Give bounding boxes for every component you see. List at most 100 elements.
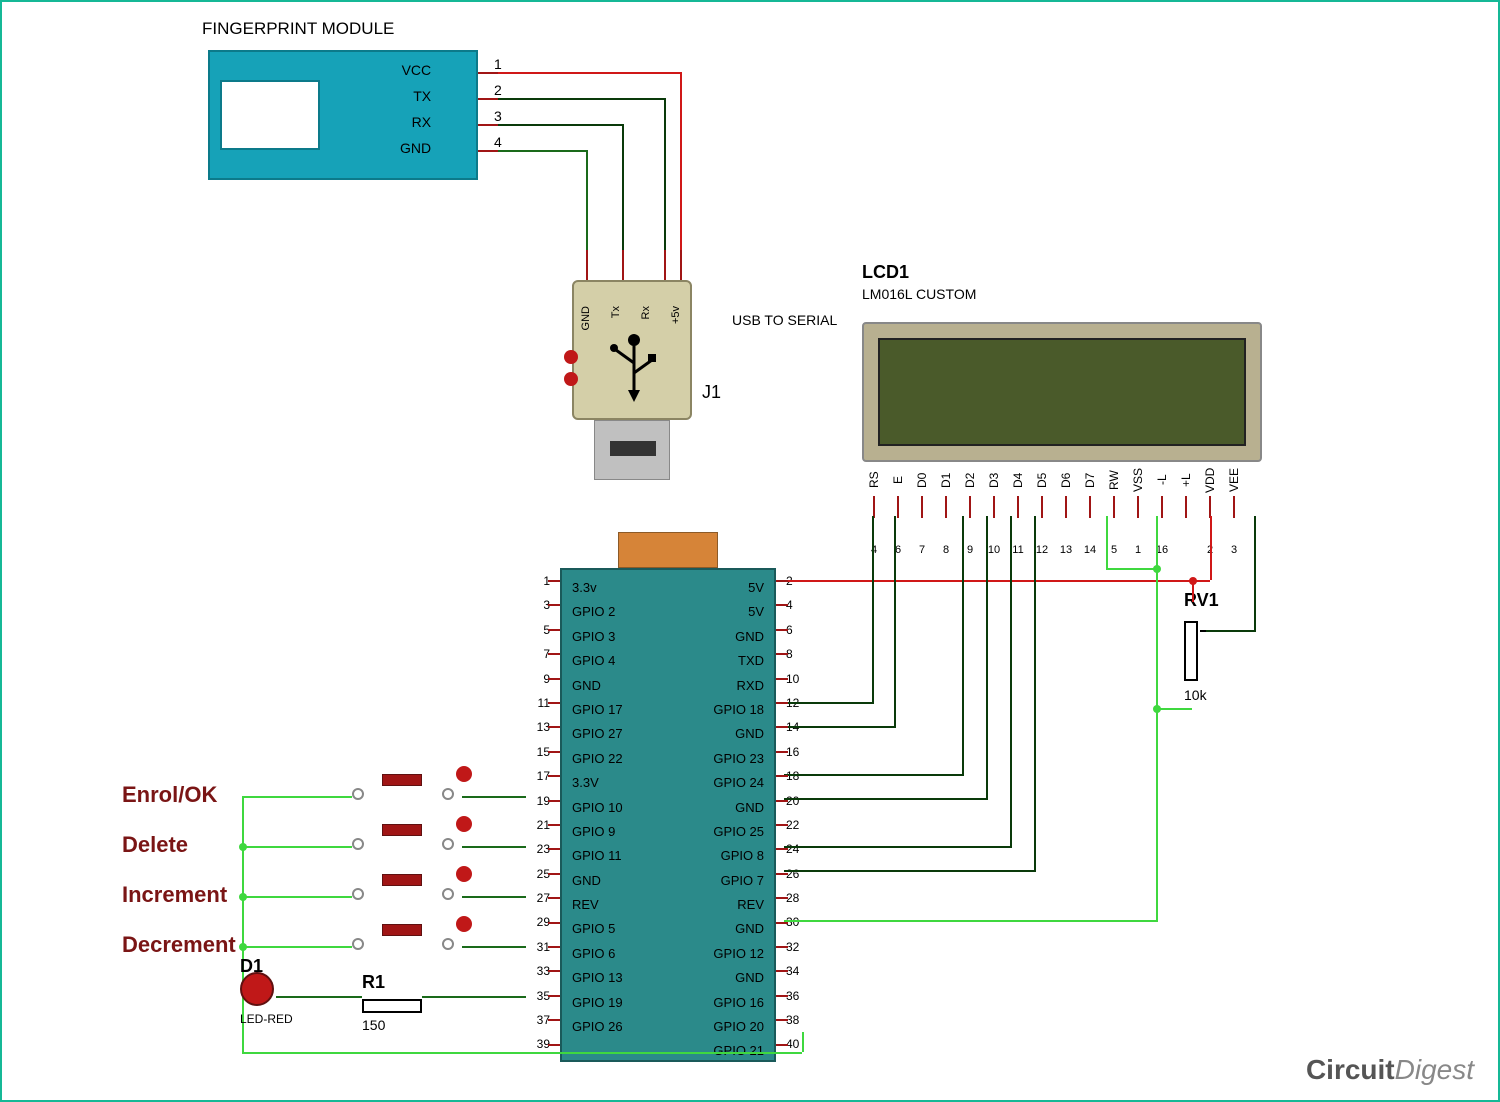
rpi-lead-r-11: [776, 848, 788, 850]
pushbutton-increment: [332, 862, 472, 902]
lcd-part: LM016L CUSTOM: [862, 286, 976, 302]
led-body: [240, 972, 274, 1006]
r1-body: [362, 999, 422, 1013]
lcd-pin-+l: +L: [1174, 464, 1198, 556]
wire-fp-gnd-h: [498, 150, 588, 152]
wire-gnd-lcd-h: [784, 920, 1158, 922]
wire-rw-gnd-v: [1106, 516, 1108, 570]
pb-body: [382, 824, 422, 836]
rpi-right-num-34: 34: [786, 964, 810, 988]
lcd-pin-label: -L: [1155, 464, 1169, 496]
wire-rw-gnd-h: [1106, 568, 1158, 570]
wire-rv1-gnd: [1156, 708, 1192, 710]
rpi-lead-l-8: [548, 775, 560, 777]
rpi-lead-r-7: [776, 751, 788, 753]
lcd-pin--l: -L 16: [1150, 464, 1174, 556]
lcd-module: LCD1 LM016L CUSTOM RS4E6D07D18D29D310D41…: [862, 322, 1262, 522]
wire-d7-v: [1034, 516, 1036, 872]
pb-body: [382, 924, 422, 936]
usb-lead-gnd: [586, 250, 588, 280]
wire-btn1-sig: [242, 846, 352, 848]
wire-rv1-vee-v: [1254, 516, 1256, 632]
rpi-left-num-1: 1: [526, 574, 550, 598]
wire-d5-v: [986, 516, 988, 800]
lcd-pin-lead: [921, 496, 923, 518]
lcd-pin-num: 16: [1150, 544, 1174, 556]
rpi-lead-l-4: [548, 678, 560, 680]
node-btn2: [239, 893, 247, 901]
pushbutton-decrement: [332, 912, 472, 952]
fp-lead-2: [478, 98, 498, 100]
resistor-r1: R1 150: [362, 972, 422, 1033]
lcd-pin-d7: D714: [1078, 464, 1102, 556]
pb-led: [456, 916, 472, 932]
rpi-lead-r-13: [776, 897, 788, 899]
lcd-pin-lead: [1161, 496, 1163, 518]
lcd-pins: RS4E6D07D18D29D310D411D512D613D714RW5VSS…: [862, 464, 1246, 556]
lcd-pin-d0: D07: [910, 464, 934, 556]
button-function-labels: Enrol/OK Delete Increment Decrement: [122, 782, 236, 982]
lcd-body: [862, 322, 1262, 462]
lcd-pin-lead: [1137, 496, 1139, 518]
rpi-right-pins: 5V5VGNDTXDRXDGPIO 18GNDGPIO 23GPIO 24GND…: [713, 576, 764, 1064]
rpi-left-pin-9: GND: [572, 674, 623, 698]
fp-pin-tx: TX: [400, 88, 431, 114]
rpi-left-num-3: 3: [526, 598, 550, 622]
wire-fp-tx-h: [498, 98, 666, 100]
wire-d7-h: [784, 870, 1036, 872]
pb-body: [382, 874, 422, 886]
wire-btn1-gnd: [462, 846, 526, 848]
rpi-lead-r-10: [776, 824, 788, 826]
lcd-pin-lead: [1017, 496, 1019, 518]
wire-d5-h: [784, 798, 988, 800]
rpi-right-pin-14: GND: [713, 722, 764, 746]
lcd-pin-lead: [1209, 496, 1211, 518]
rpi-lead-l-3: [548, 653, 560, 655]
rpi-right-pin-16: GPIO 23: [713, 747, 764, 771]
lcd-pin-lead: [897, 496, 899, 518]
fingerprint-pin-labels: VCC TX RX GND: [400, 62, 431, 166]
usb-icon: [604, 328, 664, 408]
lcd-pin-vee: VEE3: [1222, 464, 1246, 556]
rpi-left-num-7: 7: [526, 647, 550, 671]
wire-btn3-gnd: [462, 946, 526, 948]
wire-fp-gnd-v: [586, 150, 588, 250]
fingerprint-body: VCC TX RX GND: [208, 50, 478, 180]
lcd-ref: LCD1: [862, 262, 909, 283]
rv1-val: 10k: [1184, 687, 1219, 703]
usb-ref-label: J1: [702, 382, 721, 403]
rv1-ref: RV1: [1184, 590, 1219, 611]
potentiometer-rv1: RV1 10k: [1184, 590, 1219, 703]
wire-d4-h: [784, 774, 964, 776]
lcd-pin-lead: [1233, 496, 1235, 518]
rpi-right-num-28: 28: [786, 891, 810, 915]
rpi-right-num-12: 12: [786, 696, 810, 720]
lcd-pin-d6: D613: [1054, 464, 1078, 556]
watermark: CircuitDigest: [1306, 1054, 1474, 1086]
rpi-left-num-17: 17: [526, 769, 550, 793]
lcd-pin-lead: [873, 496, 875, 518]
rpi-left-pin-37: GPIO 26: [572, 1015, 623, 1039]
fp-num-3: 3: [494, 108, 502, 134]
label-delete: Delete: [122, 832, 236, 882]
r1-ref: R1: [362, 972, 422, 993]
pb-term-r: [442, 788, 454, 800]
rpi-left-num-11: 11: [526, 696, 550, 720]
rpi-lead-r-12: [776, 873, 788, 875]
usb-pin-rx: Rx: [640, 306, 652, 319]
pb-term-l: [352, 838, 364, 850]
lcd-pin-label: VDD: [1203, 464, 1217, 496]
fp-lead-1: [478, 72, 498, 74]
wire-rs-h1: [784, 702, 874, 704]
rpi-right-num-32: 32: [786, 940, 810, 964]
lcd-pin-label: VSS: [1131, 464, 1145, 496]
lcd-pin-num: 8: [934, 544, 958, 556]
lcd-pin-label: D6: [1059, 464, 1073, 496]
rpi-lead-r-6: [776, 726, 788, 728]
rpi-right-pin-28: REV: [713, 893, 764, 917]
rpi-right-pin-8: TXD: [713, 649, 764, 673]
rpi-lead-l-17: [548, 995, 560, 997]
usb-pin-5v: +5v: [670, 306, 682, 324]
rpi-right-pin-26: GPIO 7: [713, 869, 764, 893]
pb-term-r: [442, 838, 454, 850]
